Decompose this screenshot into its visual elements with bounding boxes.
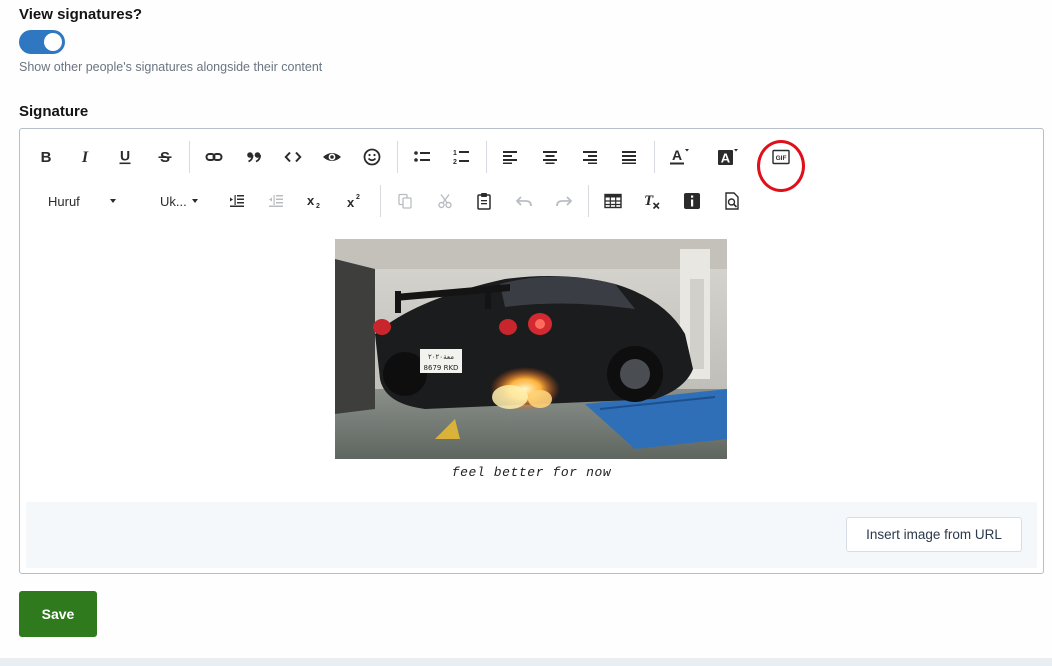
paste-icon[interactable] bbox=[468, 183, 500, 219]
text-color-icon[interactable]: A bbox=[664, 139, 696, 175]
bold-icon[interactable]: B bbox=[30, 139, 62, 175]
svg-text:2: 2 bbox=[356, 194, 360, 201]
superscript-icon[interactable]: x2 bbox=[339, 183, 371, 219]
info-icon[interactable] bbox=[676, 183, 708, 219]
align-left-icon[interactable] bbox=[494, 139, 526, 175]
toolbar-divider bbox=[189, 141, 190, 173]
preview-icon[interactable] bbox=[716, 183, 748, 219]
toolbar-divider bbox=[397, 141, 398, 173]
svg-text:GIF: GIF bbox=[776, 155, 787, 162]
svg-text:x: x bbox=[307, 193, 315, 208]
link-icon[interactable] bbox=[198, 139, 230, 175]
code-icon[interactable] bbox=[277, 139, 309, 175]
subscript-icon[interactable]: x2 bbox=[299, 183, 331, 219]
signature-editor: B I U S 1 2 A A GIF Huruf Uk... x 2 x 2 … bbox=[19, 128, 1044, 574]
preview-eye-icon[interactable] bbox=[316, 139, 348, 175]
svg-text:A: A bbox=[721, 151, 731, 166]
chevron-down-icon bbox=[191, 199, 198, 203]
gif-icon[interactable]: GIF bbox=[765, 139, 797, 175]
background-color-icon[interactable]: A bbox=[712, 139, 744, 175]
page-bottom-band bbox=[0, 658, 1052, 666]
svg-text:I: I bbox=[81, 149, 89, 165]
svg-text:B: B bbox=[41, 149, 52, 165]
font-size-dropdown[interactable]: Uk... bbox=[160, 183, 208, 219]
table-icon[interactable] bbox=[597, 183, 629, 219]
quote-icon[interactable] bbox=[238, 139, 270, 175]
indent-icon[interactable] bbox=[221, 183, 253, 219]
svg-text:2: 2 bbox=[316, 203, 320, 209]
clear-formatting-icon[interactable]: T bbox=[636, 183, 668, 219]
align-right-icon[interactable] bbox=[574, 139, 606, 175]
editor-footer: Insert image from URL bbox=[26, 502, 1037, 568]
align-justify-icon[interactable] bbox=[613, 139, 645, 175]
chevron-down-icon bbox=[109, 199, 116, 203]
svg-text:x: x bbox=[347, 195, 355, 209]
license-plate-text-bottom: 8679 RKD bbox=[424, 364, 459, 372]
signature-settings-page: View signatures? Show other people's sig… bbox=[0, 0, 1052, 666]
underline-icon[interactable]: U bbox=[109, 139, 141, 175]
numbered-list-icon[interactable]: 12 bbox=[445, 139, 477, 175]
svg-text:U: U bbox=[120, 149, 130, 164]
view-signatures-hint: Show other people's signatures alongside… bbox=[19, 60, 323, 74]
undo-icon[interactable] bbox=[508, 183, 540, 219]
signature-gif-image: ﻣﻌﺔ٢٠٢٠ 8679 RKD bbox=[335, 239, 727, 459]
svg-text:2: 2 bbox=[453, 159, 457, 166]
svg-text:A: A bbox=[672, 147, 682, 163]
svg-text:T: T bbox=[644, 193, 654, 209]
toolbar-divider bbox=[588, 185, 589, 217]
align-center-icon[interactable] bbox=[534, 139, 566, 175]
copy-icon[interactable] bbox=[389, 183, 421, 219]
signature-label: Signature bbox=[19, 103, 89, 120]
strikethrough-icon[interactable]: S bbox=[149, 139, 181, 175]
font-family-dropdown[interactable]: Huruf bbox=[48, 183, 128, 219]
license-plate-text-top: ﻣﻌﺔ٢٠٢٠ bbox=[428, 353, 454, 361]
font-size-label: Uk... bbox=[160, 193, 187, 209]
view-signatures-toggle[interactable] bbox=[19, 30, 65, 54]
font-family-label: Huruf bbox=[48, 193, 80, 209]
view-signatures-label: View signatures? bbox=[19, 6, 143, 23]
signature-caption: feel better for now bbox=[451, 465, 612, 480]
outdent-icon[interactable] bbox=[260, 183, 292, 219]
toggle-knob bbox=[44, 33, 62, 51]
italic-icon[interactable]: I bbox=[69, 139, 101, 175]
svg-text:1: 1 bbox=[453, 150, 457, 157]
insert-image-from-url-button[interactable]: Insert image from URL bbox=[846, 517, 1022, 552]
smilie-icon[interactable] bbox=[356, 139, 388, 175]
editor-content-area[interactable]: ﻣﻌﺔ٢٠٢٠ 8679 RKD feel better for now bbox=[20, 227, 1043, 501]
bulleted-list-icon[interactable] bbox=[406, 139, 438, 175]
toolbar-divider bbox=[380, 185, 381, 217]
cut-icon[interactable] bbox=[429, 183, 461, 219]
toolbar-divider bbox=[486, 141, 487, 173]
redo-icon[interactable] bbox=[548, 183, 580, 219]
toolbar-divider bbox=[654, 141, 655, 173]
save-button[interactable]: Save bbox=[19, 591, 97, 637]
